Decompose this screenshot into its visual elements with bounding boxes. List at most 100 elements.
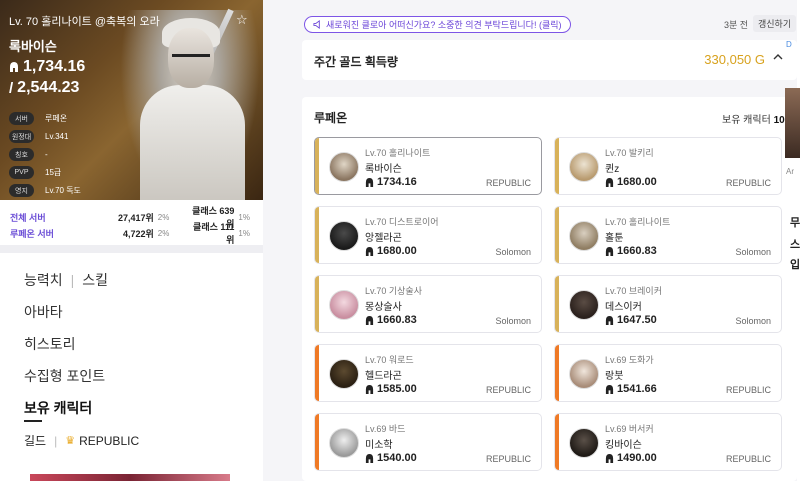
rank-row-lupeon-server: 루페온 서버 4,722위 2% 클래스 111위 1% <box>10 222 250 245</box>
character-avatar <box>569 428 599 458</box>
banner-image <box>30 474 230 481</box>
character-card[interactable]: Lv.70 기상술사 몽상술사 1660.83 Solomon <box>314 275 542 333</box>
tier-color-bar <box>315 138 319 194</box>
guild-row: 길드 | ♛ REPUBLIC <box>24 432 139 449</box>
character-avatar <box>329 152 359 182</box>
guild-separator: | <box>54 433 58 448</box>
character-card[interactable]: Lv.70 홀리나이트 록바이슨 1734.16 REPUBLIC <box>314 137 542 195</box>
character-guild: REPUBLIC <box>485 385 531 395</box>
character-avatar <box>569 221 599 251</box>
class-rank-value: 클래스 111위 <box>193 222 235 245</box>
character-name: 킹바이슨 <box>605 440 642 451</box>
character-guild: REPUBLIC <box>485 178 531 188</box>
character-guild: REPUBLIC <box>725 385 771 395</box>
nav-ability-skill: 능력치 | 스킬 <box>24 270 108 302</box>
tier-color-bar <box>555 345 559 401</box>
weekly-gold-title: 주간 골드 획득량 <box>314 55 398 69</box>
character-card[interactable]: Lv.69 도화가 랑붓 1541.66 REPUBLIC <box>554 344 782 402</box>
weekly-gold-card[interactable]: 주간 골드 획득량 330,050 G <box>302 40 797 80</box>
character-portrait <box>120 8 260 200</box>
character-card[interactable]: Lv.70 발키리 퀸z 1680.00 REPUBLIC <box>554 137 782 195</box>
class-rank-percent: 1% <box>238 228 250 238</box>
character-card[interactable]: Lv.70 홀리나이트 홀툰 1660.83 Solomon <box>554 206 782 264</box>
info-row-expedition: 원정대 Lv.341 <box>9 128 81 145</box>
chevron-up-icon[interactable] <box>773 52 783 62</box>
helmet-icon <box>365 315 374 325</box>
character-hero-banner: Lv. 70 홀리나이트 @축복의 오라 ☆ 록바이슨 1,734.16 / 2… <box>0 0 263 200</box>
helmet-icon <box>605 384 614 394</box>
helmet-icon <box>365 177 374 187</box>
character-level-class: Lv.70 브레이커 <box>605 286 662 296</box>
character-level-class: Lv.70 디스트로이어 <box>365 217 439 227</box>
tier-color-bar <box>555 207 559 263</box>
info-row-server: 서버 루페온 <box>9 110 81 127</box>
class-rank-percent: 1% <box>238 212 250 222</box>
item-level-value: 1680.00 <box>377 245 417 257</box>
character-name: 미소학 <box>365 440 393 451</box>
nav-item-avatar[interactable]: 아바타 <box>24 302 108 334</box>
ad-image[interactable] <box>785 88 800 158</box>
section-divider <box>0 245 263 253</box>
character-card[interactable]: Lv.70 브레이커 데스이커 1647.50 Solomon <box>554 275 782 333</box>
ad-choices-icon[interactable]: D <box>786 40 792 49</box>
info-row-pvp: PVP 15급 <box>9 164 81 181</box>
character-item-level: 1585.00 <box>365 383 417 395</box>
character-card[interactable]: Lv.70 워로드 헬드라곤 1585.00 REPUBLIC <box>314 344 542 402</box>
item-level-value: 1734.16 <box>377 176 417 188</box>
nav-item-characters[interactable]: 보유 캐릭터 <box>24 398 108 430</box>
character-level-class: Lv.69 버서커 <box>605 424 654 434</box>
character-level-class: Lv.70 기상술사 <box>365 286 422 296</box>
item-level-value: 1540.00 <box>377 452 417 464</box>
server-name: 루페온 <box>314 111 348 125</box>
character-card[interactable]: Lv.70 디스트로이어 앙젤라곤 1680.00 Solomon <box>314 206 542 264</box>
character-name: 몽상술사 <box>365 302 402 313</box>
character-name: 랑붓 <box>605 371 624 382</box>
update-timestamp: 3분 전 <box>724 20 749 30</box>
character-item-level: 1540.00 <box>365 452 417 464</box>
item-level-value: 1,734.16 <box>23 58 86 75</box>
character-name: 록바이슨 <box>9 39 57 54</box>
info-label: 영지 <box>9 184 34 197</box>
item-level-value: 1660.83 <box>617 245 657 257</box>
character-count: 보유 캐릭터 10 <box>722 111 785 126</box>
nav-item-history[interactable]: 히스토리 <box>24 334 108 366</box>
character-name: 데스이커 <box>605 302 642 313</box>
helmet-icon <box>605 315 614 325</box>
item-level: 1,734.16 <box>9 58 85 76</box>
slash-icon: / <box>9 79 14 97</box>
character-level-class: Lv.70 워로드 <box>365 355 414 365</box>
character-avatar <box>329 359 359 389</box>
refresh-button[interactable]: 갱신하기 <box>753 15 797 32</box>
guild-name[interactable]: REPUBLIC <box>79 434 139 448</box>
character-info-list: 서버 루페온 원정대 Lv.341 칭호 - PVP 15급 영지 Lv.70 … <box>9 110 81 200</box>
rank-label[interactable]: 루페온 서버 <box>10 227 72 240</box>
max-item-level: / 2,544.23 <box>9 79 79 97</box>
ad-text: 무 <box>790 217 800 229</box>
character-item-level: 1680.00 <box>605 176 657 188</box>
info-value: - <box>45 150 48 159</box>
character-guild: Solomon <box>495 316 531 326</box>
character-count-label: 보유 캐릭터 <box>722 115 771 126</box>
rank-percent: 2% <box>157 212 170 222</box>
character-name: 앙젤라곤 <box>365 233 402 244</box>
tier-color-bar <box>315 207 319 263</box>
character-card[interactable]: Lv.69 버서커킹바이슨 1490.00 REPUBLIC <box>554 413 782 471</box>
character-level-class: Lv.69 바드 <box>365 424 406 434</box>
character-avatar <box>569 290 599 320</box>
profile-nav: 능력치 | 스킬 아바타 히스토리 수집형 포인트 보유 캐릭터 <box>24 270 108 430</box>
character-count-value: 10 <box>773 115 785 126</box>
item-level-value: 1490.00 <box>617 452 657 464</box>
character-avatar <box>329 428 359 458</box>
favorite-star-icon[interactable]: ☆ <box>236 12 248 28</box>
nav-item-ability[interactable]: 능력치 <box>24 270 63 290</box>
character-card[interactable]: Lv.69 바드 미소학 1540.00 REPUBLIC <box>314 413 542 471</box>
weekly-gold-value: 330,050 G <box>704 52 765 67</box>
feedback-notice-button[interactable]: 새로워진 클로아 어떠신가요? 소중한 의견 부탁드립니다! (클릭) <box>304 16 571 33</box>
info-row-estate: 영지 Lv.70 독도 <box>9 182 81 199</box>
helmet-icon <box>365 384 374 394</box>
nav-item-collection[interactable]: 수집형 포인트 <box>24 366 108 398</box>
rank-label[interactable]: 전체 서버 <box>10 211 72 224</box>
nav-item-skill[interactable]: 스킬 <box>82 270 108 290</box>
character-guild: REPUBLIC <box>725 454 771 464</box>
character-guild: Solomon <box>735 316 771 326</box>
